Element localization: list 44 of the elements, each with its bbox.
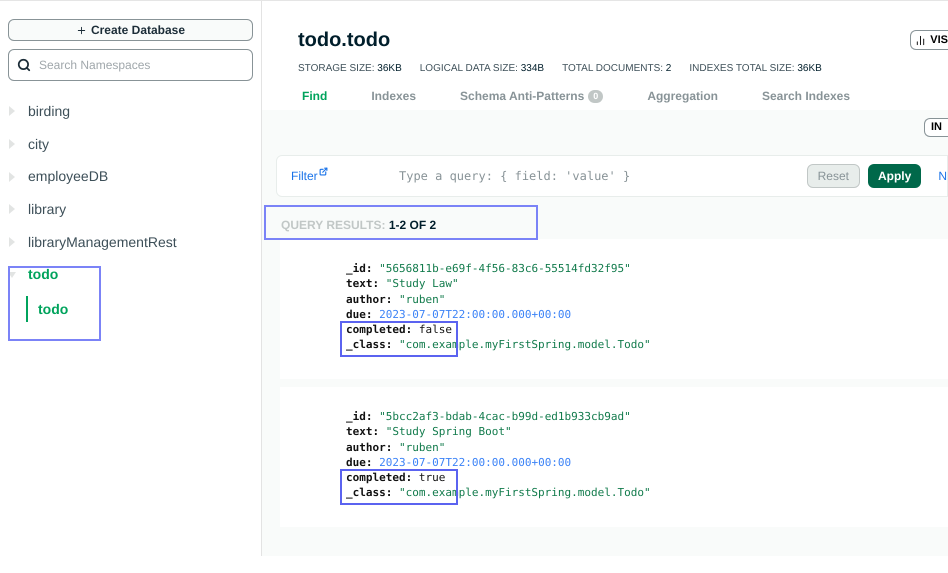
document-field: due: 2023-07-07T22:00:00.000+00:00 (346, 454, 572, 470)
collection-title: todo.todo (298, 28, 390, 53)
collection-name[interactable]: todo (38, 298, 68, 320)
filter-link[interactable]: Filter (291, 167, 399, 185)
search-input[interactable]: Search Namespaces (39, 56, 244, 74)
tab[interactable]: Schema Anti-Patterns 0 (460, 86, 604, 106)
reset-button[interactable]: Reset (806, 164, 860, 188)
search-field[interactable]: Search Namespaces (8, 49, 253, 81)
stat-text: TOTAL DOCUMENTS: 2 (562, 62, 672, 76)
external-link-icon (318, 167, 328, 176)
query-results-count: QUERY RESULTS: 1-2 OF 2 (281, 218, 436, 232)
document-field: text: "Study Spring Boot" (346, 424, 512, 440)
tab[interactable]: Aggregation (647, 86, 718, 106)
database-name[interactable]: employeeDB (28, 166, 108, 188)
document-field: author: "ruben" (346, 440, 446, 455)
database-name[interactable]: birding (28, 100, 70, 122)
document-field: _id: "5bcc2af3-bdab-4cac-b99d-ed1b933cb9ad" (346, 409, 631, 424)
stat-text: INDEXES TOTAL SIZE: 36KB (689, 62, 822, 76)
tab[interactable]: Indexes (371, 86, 416, 106)
document-field: text: "Study Law" (346, 276, 459, 292)
document-field: completed: true (346, 470, 446, 486)
document-field: due: 2023-07-07T22:00:00.000+00:00 (346, 306, 572, 322)
visualize-button[interactable]: VIS (910, 30, 948, 50)
database-name[interactable]: todo (28, 264, 58, 286)
database-name[interactable]: libraryManagementRest (28, 232, 177, 253)
database-name[interactable]: library (28, 198, 66, 220)
stat-text: STORAGE SIZE: 36KB (298, 62, 402, 76)
count-badge: 0 (588, 90, 604, 102)
stat-text: LOGICAL DATA SIZE: 334B (420, 62, 544, 76)
bar-chart-icon (915, 34, 926, 46)
document-field: completed: false (346, 322, 452, 338)
apply-button[interactable]: Apply (868, 164, 922, 188)
caret-icon[interactable] (8, 270, 16, 280)
tab[interactable]: Search Indexes (762, 86, 850, 106)
create-database-button[interactable]: Create Database (8, 19, 253, 41)
database-name[interactable]: city (28, 134, 49, 155)
plus-icon (76, 24, 87, 36)
query-input[interactable]: Type a query: { field: 'value' } (399, 167, 807, 185)
tab[interactable]: Find (302, 86, 328, 106)
document-field: author: "ruben" (346, 292, 446, 307)
more-link[interactable]: N (938, 167, 947, 185)
insert-button[interactable]: IN (924, 118, 948, 137)
document-field: _id: "5656811b-e69f-4f56-83c6-55514fd32f95" (346, 261, 631, 276)
search-icon (17, 58, 31, 72)
